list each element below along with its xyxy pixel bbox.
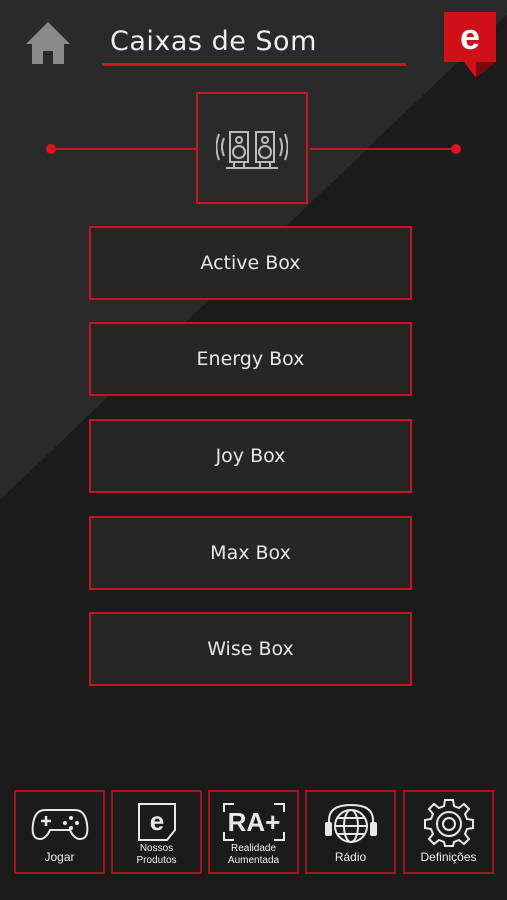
radio-icon (324, 803, 377, 843)
nav-label-realidade-aumentada: Realidade Aumentada (210, 843, 297, 867)
bottom-nav: Jogar e Nossos Produtos RA+ Realidade Au… (0, 790, 507, 876)
speakers-icon (216, 131, 288, 169)
category-icon-box (196, 92, 308, 204)
augmented-reality-icon: RA+ (222, 803, 285, 841)
nav-label-line2: Produtos (136, 855, 177, 866)
header: Caixas de Som e (0, 0, 507, 80)
product-button-active-box[interactable]: Active Box (89, 226, 412, 300)
product-button-wise-box[interactable]: Wise Box (89, 612, 412, 686)
nav-label-radio: Rádio (334, 850, 367, 864)
nav-label-line1: Nossos (139, 843, 174, 854)
brand-logo[interactable]: e (444, 12, 496, 78)
nav-label-nossos-produtos: Nossos Produtos (113, 843, 200, 867)
home-button[interactable] (24, 20, 72, 66)
nav-item-radio[interactable]: Rádio (305, 790, 396, 874)
nav-item-nossos-produtos[interactable]: e Nossos Produtos (111, 790, 202, 874)
nav-item-jogar[interactable]: Jogar (14, 790, 105, 874)
connector-line-right (310, 148, 456, 150)
nav-label-definicoes: Definições (420, 850, 477, 864)
gamepad-icon (31, 809, 88, 841)
connector-line-left (51, 148, 196, 150)
nav-label-line1: Realidade (230, 843, 277, 854)
home-icon (26, 22, 70, 64)
nav-label-jogar: Jogar (44, 850, 75, 864)
ar-icon-text: RA+ (227, 807, 280, 837)
nav-label-line2: Aumentada (227, 855, 280, 866)
products-icon-letter: e (149, 806, 163, 836)
title-underline (102, 63, 406, 66)
nav-item-definicoes[interactable]: Definições (403, 790, 494, 874)
product-button-energy-box[interactable]: Energy Box (89, 322, 412, 396)
page-title: Caixas de Som (110, 26, 317, 57)
brand-logo-icon: e (444, 12, 496, 78)
product-button-joy-box[interactable]: Joy Box (89, 419, 412, 493)
settings-icon (423, 799, 474, 847)
product-button-max-box[interactable]: Max Box (89, 516, 412, 590)
connector-dot-right (451, 144, 461, 154)
category-header (0, 92, 507, 206)
nav-item-realidade-aumentada[interactable]: RA+ Realidade Aumentada (208, 790, 299, 874)
products-icon: e (137, 803, 176, 841)
brand-logo-letter: e (460, 16, 480, 57)
